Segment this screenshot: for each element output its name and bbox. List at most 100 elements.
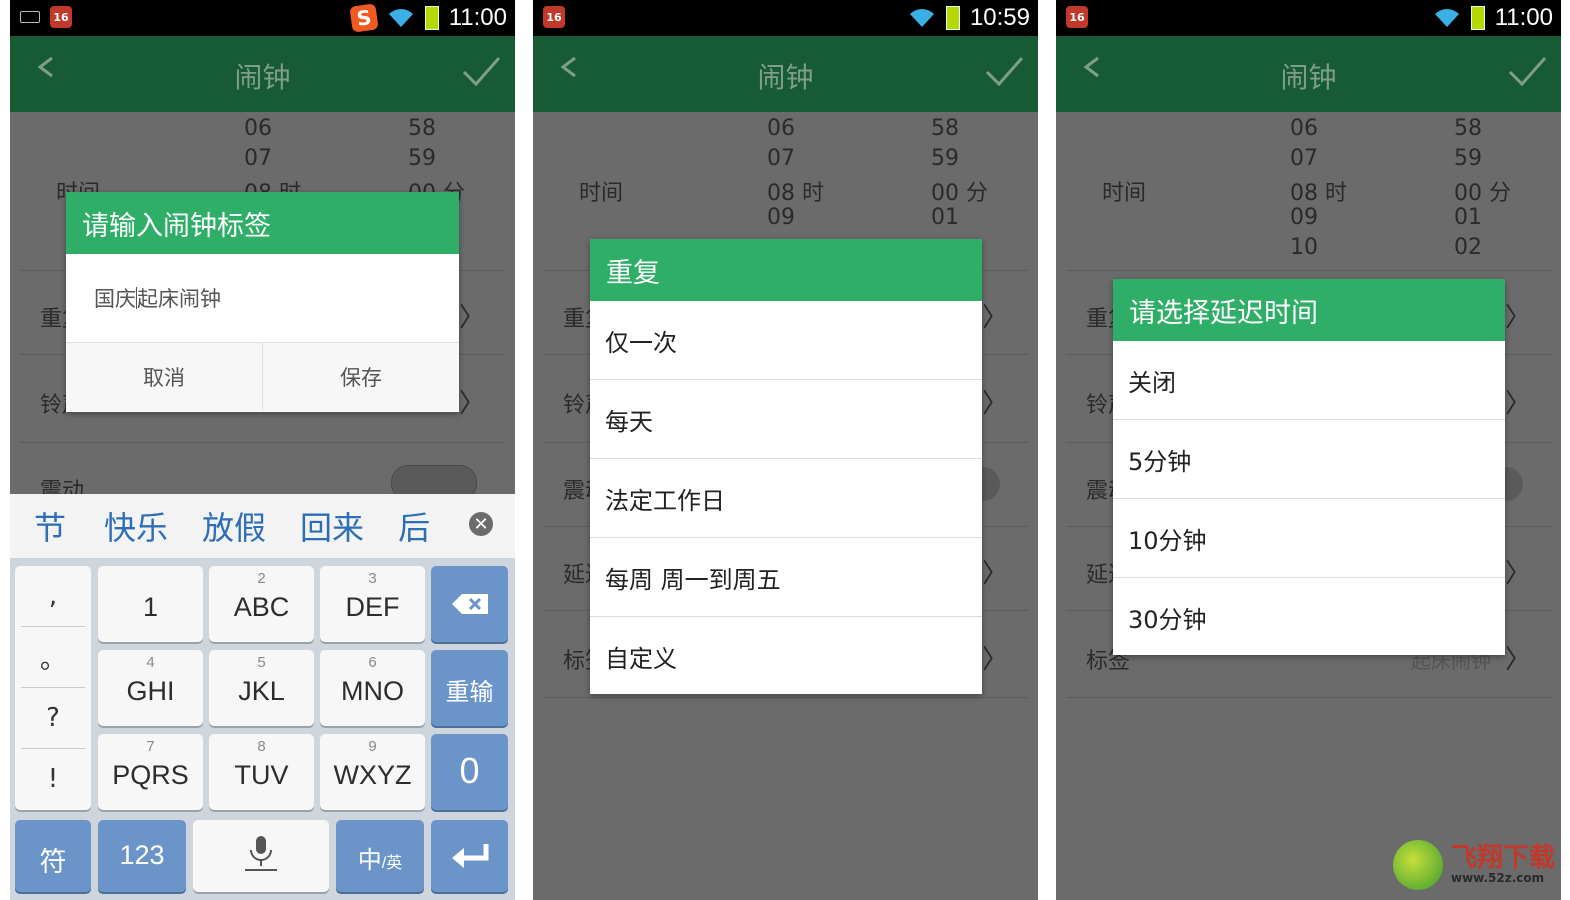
key-main: 123 <box>119 840 165 870</box>
key-main: PQRS <box>112 760 189 790</box>
candidate-word[interactable]: 回来 <box>300 503 364 549</box>
wifi-icon <box>909 9 934 27</box>
hour-item[interactable]: 06 <box>1290 116 1318 141</box>
action-bar: 闹钟 <box>1056 36 1561 112</box>
key-sub: 8 <box>257 738 266 755</box>
key-sub: 9 <box>368 738 377 755</box>
sogou-icon: S <box>349 3 379 33</box>
chevron-right-icon: 〉 <box>1504 389 1531 419</box>
candidate-bar: 节 快乐 放假 回来 后 ✕ <box>10 494 515 558</box>
wifi-icon <box>1434 9 1459 27</box>
hour-item[interactable]: 09 <box>767 205 795 230</box>
hour-item[interactable]: 06 <box>767 116 795 141</box>
dialog-title: 请选择延迟时间 <box>1113 279 1505 341</box>
space-voice-key[interactable] <box>193 820 329 892</box>
minute-item[interactable]: 01 <box>1454 205 1482 230</box>
minute-item[interactable]: 02 <box>1454 235 1482 260</box>
input-text-after-caret: 起床闹钟 <box>137 287 221 311</box>
vibrate-row[interactable]: 震动 <box>20 442 505 504</box>
minute-item[interactable]: 58 <box>931 116 959 141</box>
key-main: 符 <box>39 847 67 877</box>
hour-item[interactable]: 07 <box>767 146 795 171</box>
screen-label-input: 16 S 11:00 闹钟 06 07 08 时 58 59 00 分 时间 重… <box>10 0 515 900</box>
punct-key[interactable]: ? <box>21 688 85 749</box>
chevron-right-icon: 〉 <box>458 389 485 419</box>
enter-key[interactable] <box>431 820 508 892</box>
key-tuv[interactable]: 8 TUV <box>209 734 314 810</box>
hour-selected[interactable]: 08 时 <box>767 175 824 207</box>
repeat-option[interactable]: 每周 周一到周五 <box>590 538 982 617</box>
screen-repeat-dialog: 16 10:59 闹钟 06 07 08 时 09 58 59 00 分 01 … <box>533 0 1038 900</box>
cancel-button[interactable]: 取消 <box>66 343 262 411</box>
key-mno[interactable]: 6 MNO <box>320 650 425 726</box>
label-input[interactable]: 国庆 起床闹钟 <box>66 254 459 343</box>
chevron-right-icon: 〉 <box>1504 559 1531 589</box>
repeat-option[interactable]: 仅一次 <box>590 301 982 380</box>
check-icon[interactable] <box>984 52 1024 92</box>
battery-icon <box>424 6 439 30</box>
reinput-button[interactable]: 重输 <box>431 650 508 726</box>
snooze-option[interactable]: 30分钟 <box>1113 578 1505 656</box>
language-switch-key[interactable]: 中/英 <box>336 820 424 892</box>
minute-item[interactable]: 58 <box>1454 116 1482 141</box>
minute-item[interactable]: 59 <box>931 146 959 171</box>
hour-item[interactable]: 07 <box>1290 146 1318 171</box>
repeat-option[interactable]: 自定义 <box>590 617 982 695</box>
minute-item[interactable]: 59 <box>1454 146 1482 171</box>
repeat-option[interactable]: 法定工作日 <box>590 459 982 538</box>
punct-key[interactable]: , <box>21 566 85 627</box>
key-1[interactable]: 1 <box>98 566 203 642</box>
hour-item[interactable]: 10 <box>1290 235 1318 260</box>
check-icon[interactable] <box>1507 52 1547 92</box>
check-icon[interactable] <box>461 52 501 92</box>
hour-06[interactable]: 06 <box>244 116 272 141</box>
key-main: 0 <box>459 750 480 791</box>
snooze-option[interactable]: 10分钟 <box>1113 499 1505 578</box>
snooze-option[interactable]: 5分钟 <box>1113 420 1505 499</box>
key-main: JKL <box>238 676 285 706</box>
minute-selected[interactable]: 00 分 <box>931 175 988 207</box>
dialog-title: 请输入闹钟标签 <box>66 192 459 254</box>
status-time: 11:00 <box>448 4 507 31</box>
punct-key[interactable]: 。 <box>21 627 85 688</box>
key-ghi[interactable]: 4 GHI <box>98 650 203 726</box>
save-button[interactable]: 保存 <box>262 343 459 411</box>
chevron-right-icon: 〉 <box>981 389 1008 419</box>
repeat-option[interactable]: 每天 <box>590 380 982 459</box>
app-16-icon: 16 <box>50 6 72 28</box>
enter-icon <box>451 844 488 868</box>
chevron-right-icon: 〉 <box>981 645 1008 675</box>
minute-58[interactable]: 58 <box>408 116 436 141</box>
key-pqrs[interactable]: 7 PQRS <box>98 734 203 810</box>
hour-selected[interactable]: 08 时 <box>1290 175 1347 207</box>
minute-selected[interactable]: 00 分 <box>1454 175 1511 207</box>
page-title: 闹钟 <box>234 61 291 94</box>
candidate-word[interactable]: 快乐 <box>104 503 168 549</box>
time-label: 时间 <box>579 181 624 206</box>
number-key[interactable]: 123 <box>98 820 186 892</box>
symbol-key[interactable]: 符 <box>15 820 91 892</box>
hour-07[interactable]: 07 <box>244 146 272 171</box>
close-candidates-icon[interactable]: ✕ <box>469 512 493 536</box>
key-def[interactable]: 3 DEF <box>320 566 425 642</box>
backspace-icon <box>451 594 488 614</box>
watermark-brand: 飞翔下载 <box>1451 843 1556 873</box>
minute-59[interactable]: 59 <box>408 146 436 171</box>
time-label: 时间 <box>1102 181 1147 206</box>
punct-key[interactable]: ! <box>21 749 85 809</box>
status-bar: 16 11:00 <box>1056 0 1561 36</box>
snooze-option[interactable]: 关闭 <box>1113 341 1505 420</box>
leaf-logo-icon <box>1393 840 1443 890</box>
key-sub: 4 <box>146 654 155 671</box>
candidate-word[interactable]: 后 <box>398 503 430 549</box>
zero-key[interactable]: 0 <box>431 734 508 810</box>
candidate-word[interactable]: 放假 <box>202 503 266 549</box>
key-jkl[interactable]: 5 JKL <box>209 650 314 726</box>
backspace-button[interactable] <box>431 566 508 642</box>
candidate-word[interactable]: 节 <box>34 503 66 549</box>
key-abc[interactable]: 2 ABC <box>209 566 314 642</box>
chevron-right-icon: 〉 <box>1504 303 1531 333</box>
key-wxyz[interactable]: 9 WXYZ <box>320 734 425 810</box>
minute-item[interactable]: 01 <box>931 205 959 230</box>
hour-item[interactable]: 09 <box>1290 205 1318 230</box>
